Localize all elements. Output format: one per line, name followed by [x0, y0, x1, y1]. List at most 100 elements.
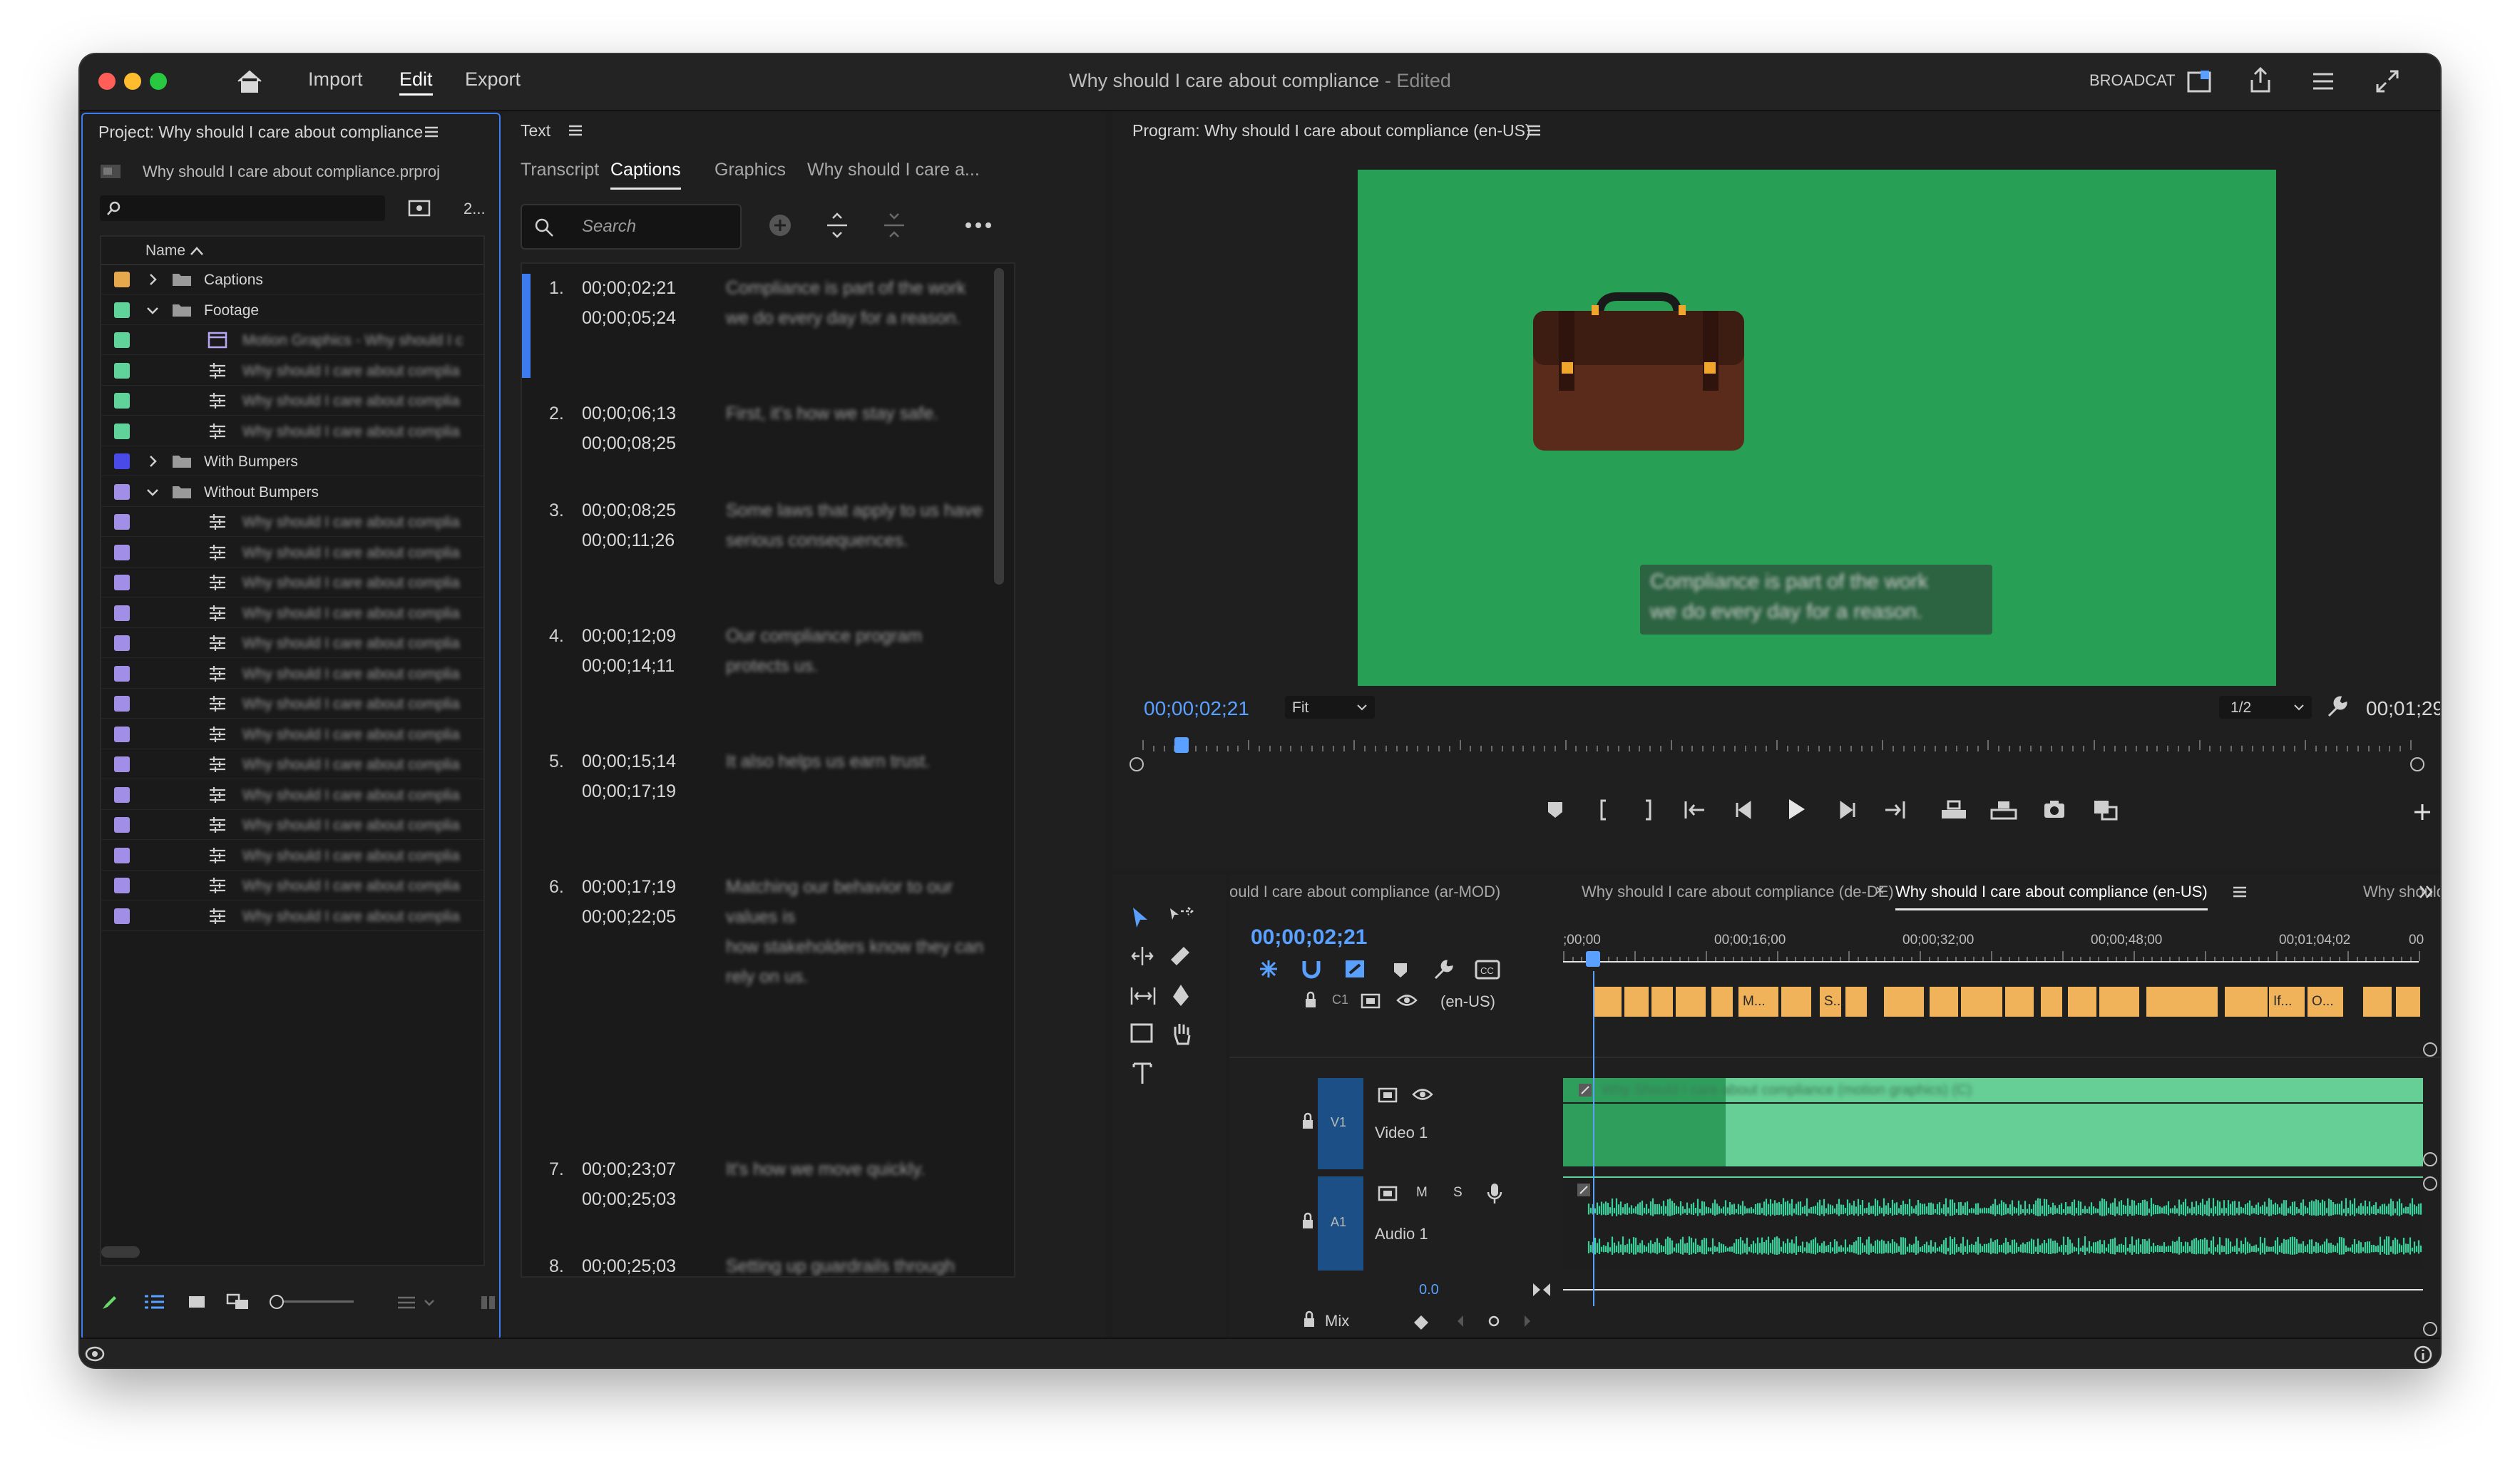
tab-why-should-i-care-a[interactable]: Why should I care a...: [807, 160, 980, 188]
caption-text-line[interactable]: how stakeholders know they can: [726, 937, 983, 958]
label-color-swatch[interactable]: [114, 272, 130, 287]
caption-clip[interactable]: [1711, 987, 1733, 1017]
go-to-end-icon[interactable]: [1532, 1282, 1552, 1298]
folder-row[interactable]: Without Bumpers: [101, 478, 483, 507]
project-item-row[interactable]: Why should I care about complia: [101, 538, 483, 568]
export-frame-camera-icon[interactable]: [2042, 799, 2066, 820]
mix-value[interactable]: 0.0: [1419, 1282, 1439, 1298]
label-color-swatch[interactable]: [114, 605, 130, 621]
caption-clip[interactable]: [1930, 987, 1958, 1017]
eye-icon[interactable]: [1412, 1087, 1433, 1102]
caption-overlay[interactable]: Compliance is part of the work we do eve…: [1640, 565, 1992, 635]
caption-text-line[interactable]: Compliance is part of the work: [726, 278, 966, 299]
lock-icon[interactable]: [1301, 1212, 1315, 1231]
keyframe-icon[interactable]: [1412, 1313, 1430, 1332]
captions-scrollbar[interactable]: [994, 268, 1004, 585]
label-color-swatch[interactable]: [114, 423, 130, 439]
caption-clip[interactable]: [2068, 987, 2096, 1017]
step-forward-icon[interactable]: [1835, 800, 1857, 820]
ripple-edit-tool-icon[interactable]: [1130, 945, 1155, 967]
more-tabs-chevron-icon[interactable]: [2417, 883, 2436, 901]
panel-menu-icon[interactable]: [568, 123, 583, 138]
captions-search-input[interactable]: Search: [521, 204, 742, 250]
timeline-ruler[interactable]: ;00;00 00;00;16;00 00;00;32;00 00;00;48;00 0…: [1563, 933, 2424, 985]
label-color-swatch[interactable]: [114, 878, 130, 893]
track-select-tool-icon[interactable]: [1168, 905, 1194, 928]
tab-menu-icon[interactable]: [2232, 884, 2248, 900]
program-ruler-end-handle[interactable]: [2410, 757, 2424, 771]
caption-clip[interactable]: [1651, 987, 1673, 1017]
new-bin-icon[interactable]: [479, 1293, 496, 1312]
add-keyframe-icon[interactable]: [1487, 1315, 1500, 1328]
caption-text-line[interactable]: serious consequences.: [726, 530, 908, 551]
selection-tool-icon[interactable]: [1130, 905, 1151, 930]
project-item-row[interactable]: Why should I care about complia: [101, 902, 483, 931]
project-item-row[interactable]: Why should I care about complia: [101, 750, 483, 779]
previous-keyframe-icon[interactable]: [1455, 1313, 1466, 1329]
caption-text-line[interactable]: rely on us.: [726, 967, 808, 987]
program-playhead[interactable]: [1174, 737, 1189, 753]
project-item-row[interactable]: Why should I care about complia: [101, 508, 483, 537]
caption-clip[interactable]: S...: [1820, 987, 1845, 1017]
track-scroll-handle[interactable]: [2423, 1042, 2437, 1057]
pencil-icon[interactable]: [100, 1292, 120, 1312]
lock-icon[interactable]: [1301, 1112, 1315, 1131]
track-scroll-handle[interactable]: [2423, 1152, 2437, 1166]
project-item-row[interactable]: Why should I care about complia: [101, 841, 483, 871]
caption-text-line[interactable]: It's how we move quickly.: [726, 1159, 925, 1180]
timeline-tab[interactable]: Why should I care about compliance (de-D…: [1582, 883, 1894, 908]
caption-clip[interactable]: [1845, 987, 1867, 1017]
workspaces-icon[interactable]: [2186, 68, 2212, 94]
project-item-row[interactable]: Motion Graphics - Why should I c: [101, 326, 483, 355]
label-color-swatch[interactable]: [114, 362, 130, 379]
hand-tool-icon[interactable]: [1169, 1021, 1194, 1047]
caption-text-line[interactable]: we do every day for a reason.: [726, 308, 961, 329]
sort-icons-icon[interactable]: [396, 1293, 439, 1312]
extract-icon[interactable]: [1989, 800, 2018, 820]
program-timecode[interactable]: 00;00;02;21: [1144, 697, 1249, 720]
video-clip[interactable]: Why Should I care about compliance (moti…: [1563, 1078, 2423, 1166]
lock-icon[interactable]: [1303, 991, 1318, 1010]
label-color-swatch[interactable]: [114, 332, 130, 348]
split-caption-icon[interactable]: [824, 211, 850, 240]
chevron-down-icon[interactable]: [145, 485, 160, 499]
caption-clip[interactable]: [1961, 987, 2002, 1017]
caption-clip[interactable]: [2396, 987, 2420, 1017]
razor-tool-icon[interactable]: [1168, 944, 1192, 968]
caption-clip[interactable]: [2178, 987, 2218, 1017]
caption-clip[interactable]: [1781, 987, 1811, 1017]
project-item-row[interactable]: Why should I care about complia: [101, 568, 483, 597]
folder-row[interactable]: Captions: [101, 265, 483, 294]
caption-clip[interactable]: [1624, 987, 1649, 1017]
caption-clip[interactable]: [1676, 987, 1706, 1017]
play-icon[interactable]: [1786, 797, 1807, 821]
zoom-slider[interactable]: [270, 1295, 354, 1309]
caption-clip[interactable]: [2099, 987, 2139, 1017]
caption-text-line[interactable]: Setting up guardrails through: [726, 1256, 955, 1276]
caption-clip[interactable]: [2363, 987, 2392, 1017]
slip-tool-icon[interactable]: [1130, 985, 1157, 1007]
caption-text-line[interactable]: Our compliance program: [726, 626, 922, 647]
project-item-row[interactable]: Why should I care about complia: [101, 417, 483, 446]
go-to-out-icon[interactable]: [1883, 800, 1907, 820]
tab-transcript[interactable]: Transcript: [521, 160, 599, 188]
close-tab-icon[interactable]: ×: [1875, 881, 1885, 900]
label-color-swatch[interactable]: [114, 726, 130, 742]
timeline-timecode[interactable]: 00;00;02;21: [1251, 925, 1367, 950]
tab-captions[interactable]: Captions: [610, 160, 681, 190]
toggle-sync-lock-icon[interactable]: [1378, 1185, 1398, 1202]
program-time-ruler[interactable]: [1142, 737, 2412, 763]
audio-clip[interactable]: [1563, 1176, 2423, 1269]
pen-tool-icon[interactable]: [1169, 982, 1192, 1008]
chevron-right-icon[interactable]: [145, 272, 160, 287]
name-column-header[interactable]: Name: [145, 242, 185, 260]
more-options-icon[interactable]: [964, 218, 993, 232]
next-keyframe-icon[interactable]: [1522, 1313, 1533, 1329]
caption-clip[interactable]: O...: [2308, 987, 2343, 1017]
fit-select[interactable]: Fit: [1285, 696, 1375, 719]
label-color-swatch[interactable]: [114, 817, 130, 833]
sort-ascending-icon[interactable]: [190, 245, 204, 257]
playhead-line[interactable]: [1593, 971, 1594, 1306]
mark-in-icon[interactable]: [1594, 799, 1613, 821]
caption-clip[interactable]: If...: [2269, 987, 2305, 1017]
